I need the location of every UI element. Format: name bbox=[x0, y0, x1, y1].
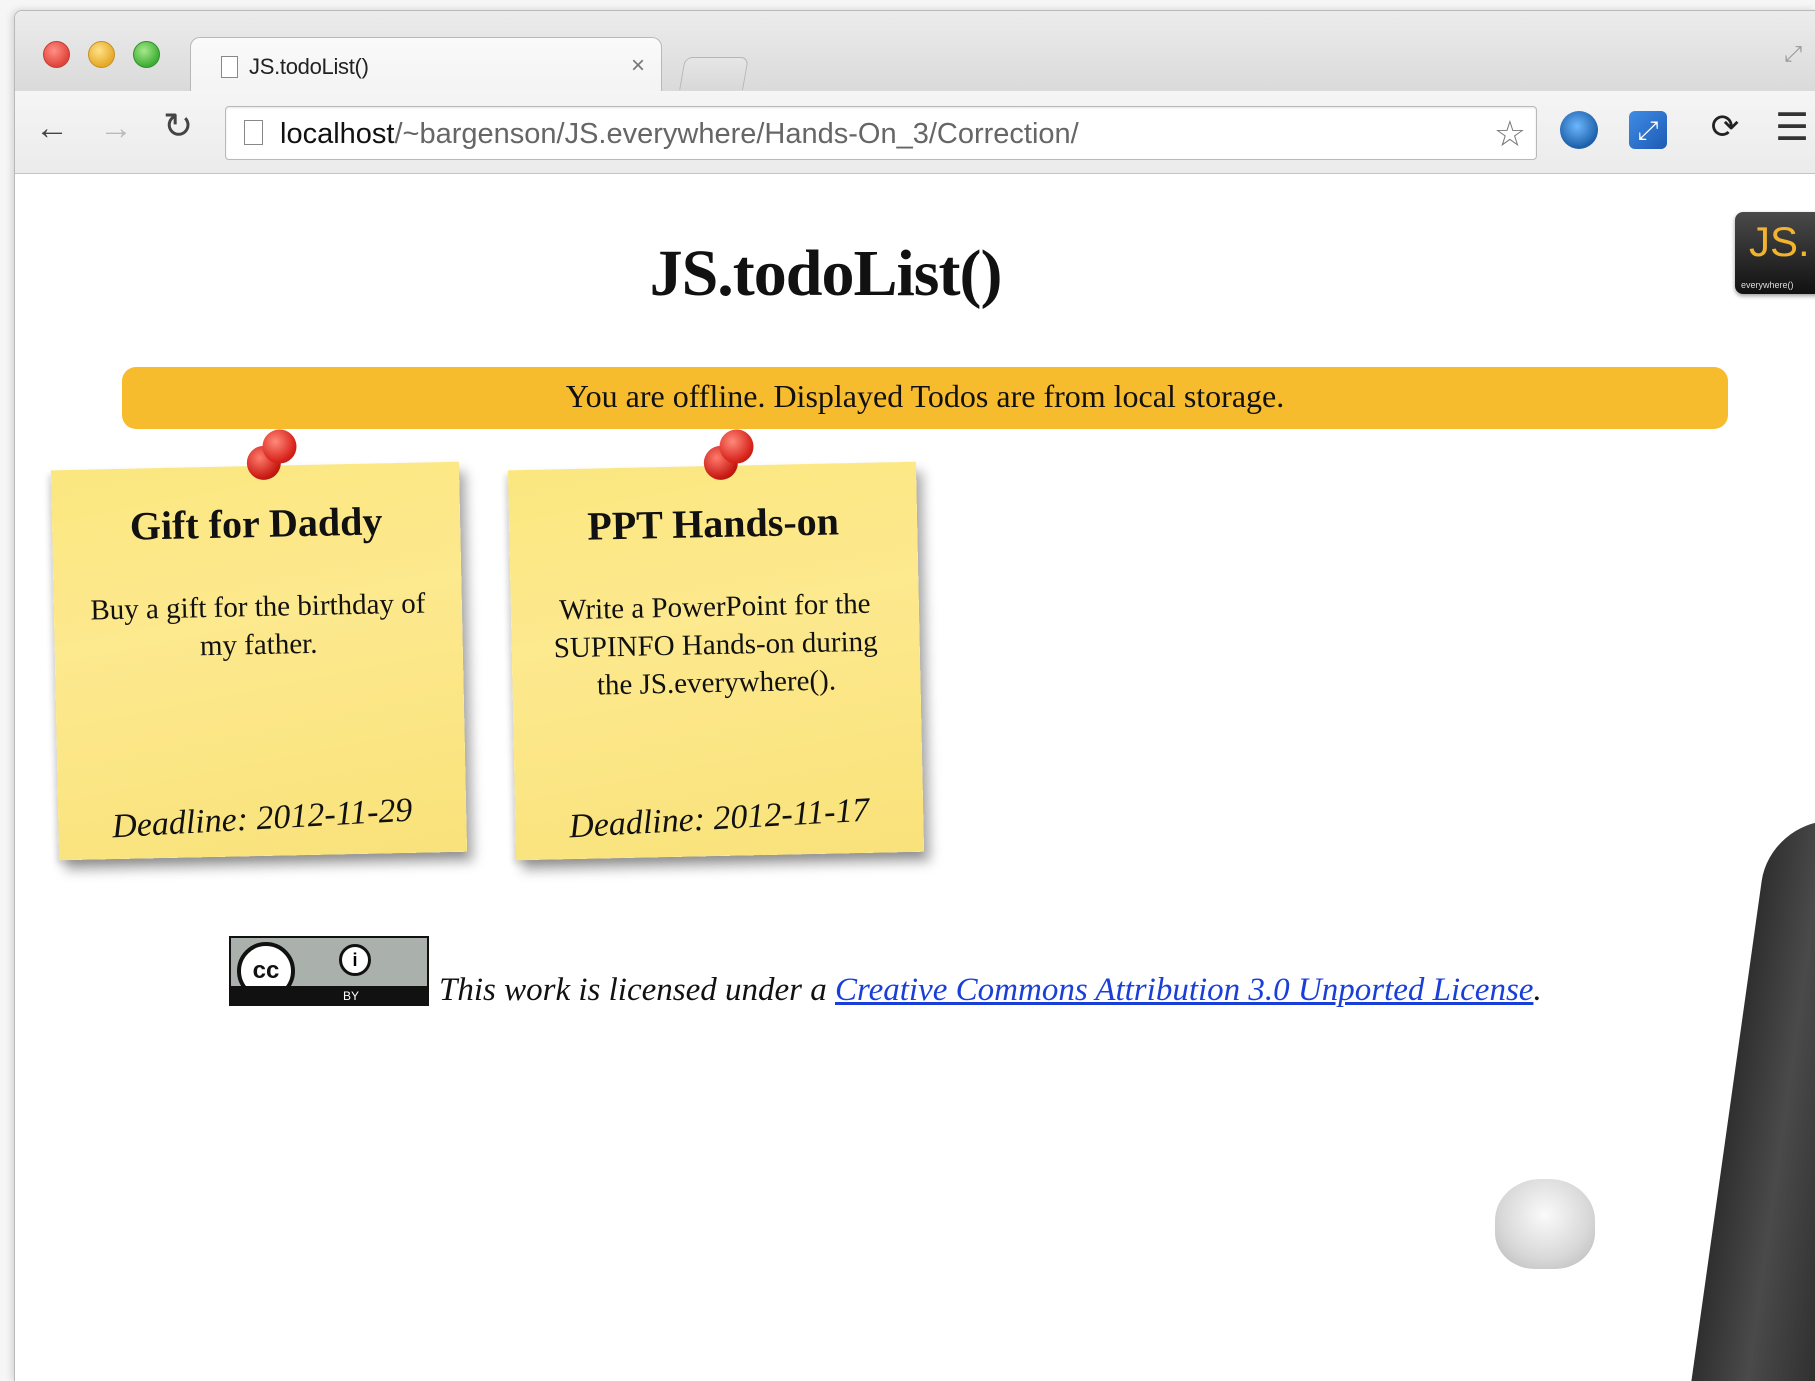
page-title: JS.todoList() bbox=[649, 237, 1003, 310]
pushpin-icon bbox=[240, 429, 301, 490]
close-icon[interactable]: × bbox=[631, 52, 645, 80]
tab-title: JS.todoList() bbox=[249, 54, 369, 79]
license-link[interactable]: Creative Commons Attribution 3.0 Unporte… bbox=[835, 972, 1533, 1008]
globe-extension-icon[interactable] bbox=[1560, 111, 1598, 149]
address-bar[interactable]: localhost/~bargenson/JS.everywhere/Hands… bbox=[225, 106, 1537, 160]
url-path: /~bargenson/JS.everywhere/Hands-On_3/Cor… bbox=[394, 118, 1079, 150]
sync-extension-icon[interactable]: ⟳ bbox=[1705, 107, 1745, 146]
license-text: This work is licensed under a Creative C… bbox=[439, 972, 1542, 1009]
puppy-image bbox=[1495, 1179, 1595, 1269]
close-window-button[interactable] bbox=[43, 41, 70, 68]
by-label: BY bbox=[343, 989, 360, 1003]
menu-icon[interactable]: ☰ bbox=[1775, 105, 1809, 150]
title-bar: JS.todoList() × ⤢ bbox=[15, 11, 1815, 94]
back-arrow-icon[interactable]: ← bbox=[35, 109, 69, 148]
js-everywhere-logo: JS. everywhere() bbox=[1735, 212, 1815, 294]
offline-banner: You are offline. Displayed Todos are fro… bbox=[122, 367, 1728, 429]
todo-title: Gift for Daddy bbox=[129, 498, 383, 549]
page-icon bbox=[221, 56, 238, 78]
forward-arrow-icon[interactable]: → bbox=[99, 109, 133, 148]
license-suffix: . bbox=[1533, 972, 1542, 1008]
todo-description: Buy a gift for the birthday of my father… bbox=[90, 587, 426, 663]
logo-subtext: everywhere() bbox=[1741, 280, 1794, 290]
fullscreen-icon[interactable]: ⤢ bbox=[1784, 41, 1802, 67]
todo-note[interactable]: PPT Hands-on Write a PowerPoint for the … bbox=[507, 429, 925, 861]
star-icon[interactable]: ☆ bbox=[1494, 113, 1526, 155]
resize-extension-icon[interactable]: ⤢ bbox=[1629, 111, 1667, 149]
todo-note[interactable]: Gift for Daddy Buy a gift for the birthd… bbox=[50, 429, 468, 861]
todo-title: PPT Hands-on bbox=[586, 498, 840, 549]
todo-description: Write a PowerPoint for the SUPINFO Hands… bbox=[553, 587, 878, 702]
toolbar: ← → ↻ localhost/~bargenson/JS.everywhere… bbox=[15, 91, 1815, 174]
license-prefix: This work is licensed under a bbox=[439, 972, 835, 1008]
url-host: localhost bbox=[280, 118, 395, 150]
attribution-person-icon: i bbox=[339, 944, 371, 976]
logo-text: JS. bbox=[1749, 218, 1810, 265]
reload-icon[interactable]: ↻ bbox=[163, 105, 193, 147]
cc-by-badge[interactable]: cc i BY bbox=[229, 936, 429, 1006]
browser-tab[interactable]: JS.todoList() × bbox=[190, 37, 662, 94]
browser-window: JS.todoList() × ⤢ ← → ↻ localhost/~barge… bbox=[14, 10, 1815, 1381]
minimize-window-button[interactable] bbox=[88, 41, 115, 68]
page-icon bbox=[244, 120, 263, 145]
todo-deadline: Deadline: 2012-11-29 bbox=[111, 791, 414, 846]
url-text[interactable]: localhost/~bargenson/JS.everywhere/Hands… bbox=[280, 118, 1079, 151]
pushpin-icon bbox=[697, 429, 758, 490]
todo-deadline: Deadline: 2012-11-17 bbox=[568, 791, 871, 846]
zoom-window-button[interactable] bbox=[133, 41, 160, 68]
new-tab-button[interactable] bbox=[679, 57, 749, 90]
